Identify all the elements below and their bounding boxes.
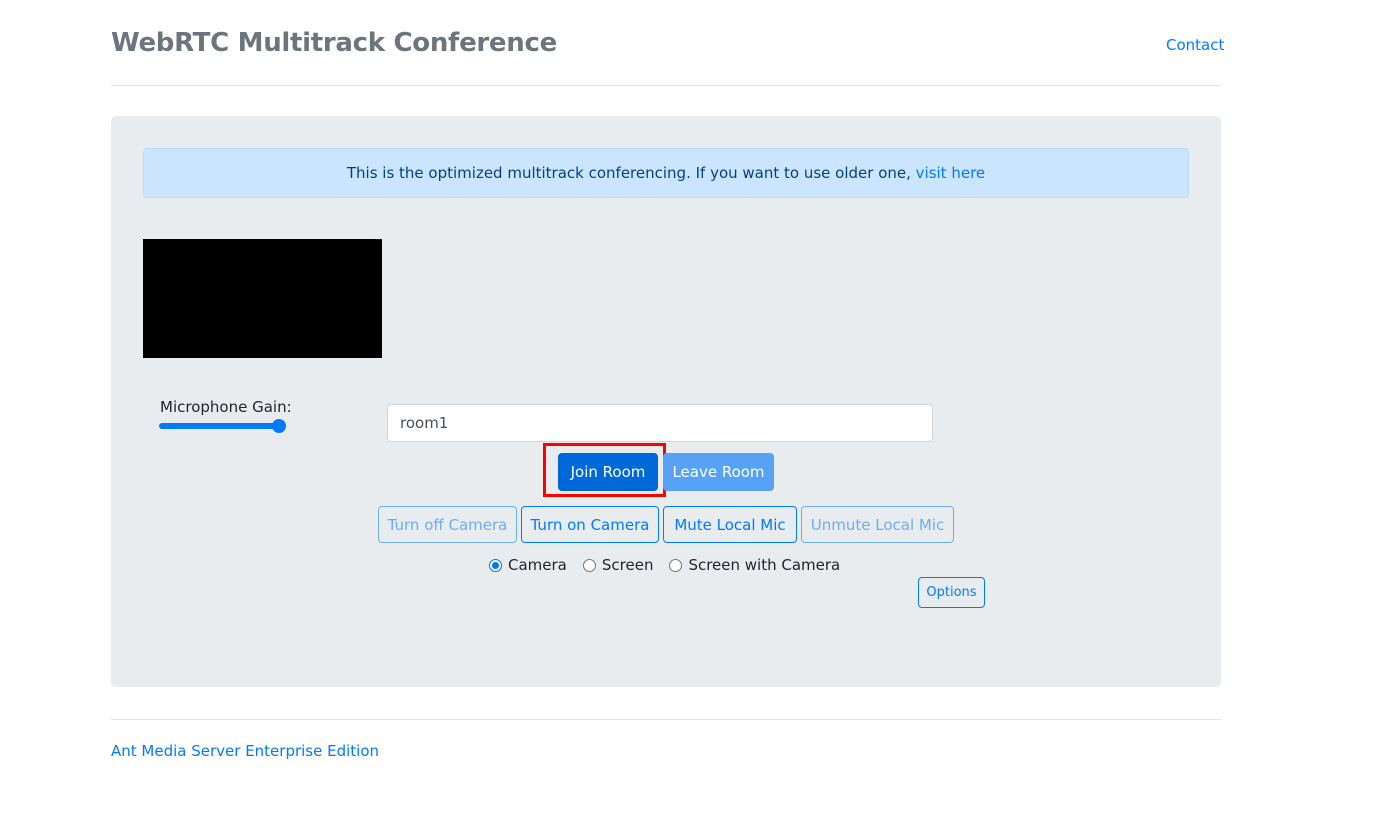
microphone-gain-label: Microphone Gain: [160,398,292,416]
radio-screen-with-camera-input[interactable] [669,559,682,572]
local-video [143,239,382,358]
radio-screen-input[interactable] [583,559,596,572]
contact-link[interactable]: Contact [1166,36,1224,54]
radio-screen-with-camera[interactable]: Screen with Camera [669,556,840,574]
join-room-button[interactable]: Join Room [558,453,658,491]
source-radio-group: Camera Screen Screen with Camera [489,556,856,574]
visit-here-link[interactable]: visit here [916,164,985,182]
slider-thumb[interactable] [272,419,286,433]
alert-text: This is the optimized multitrack confere… [347,164,916,182]
leave-room-button[interactable]: Leave Room [663,453,774,491]
footer-divider [111,719,1221,720]
radio-camera[interactable]: Camera [489,556,567,574]
footer-link[interactable]: Ant Media Server Enterprise Edition [111,742,379,760]
microphone-gain-slider[interactable] [159,419,287,433]
turn-off-camera-button[interactable]: Turn off Camera [378,506,517,543]
options-button[interactable]: Options [918,577,985,608]
unmute-local-mic-button[interactable]: Unmute Local Mic [801,506,954,543]
page-title: WebRTC Multitrack Conference [111,28,557,58]
radio-camera-label: Camera [508,556,567,574]
radio-camera-input[interactable] [489,559,502,572]
info-alert: This is the optimized multitrack confere… [143,148,1189,198]
room-name-input[interactable] [387,404,933,442]
turn-on-camera-button[interactable]: Turn on Camera [521,506,659,543]
mute-local-mic-button[interactable]: Mute Local Mic [663,506,797,543]
conference-panel: This is the optimized multitrack confere… [111,116,1221,687]
header-divider [111,85,1221,86]
radio-screen[interactable]: Screen [583,556,654,574]
slider-track [159,423,283,429]
radio-screen-with-camera-label: Screen with Camera [688,556,840,574]
radio-screen-label: Screen [602,556,654,574]
